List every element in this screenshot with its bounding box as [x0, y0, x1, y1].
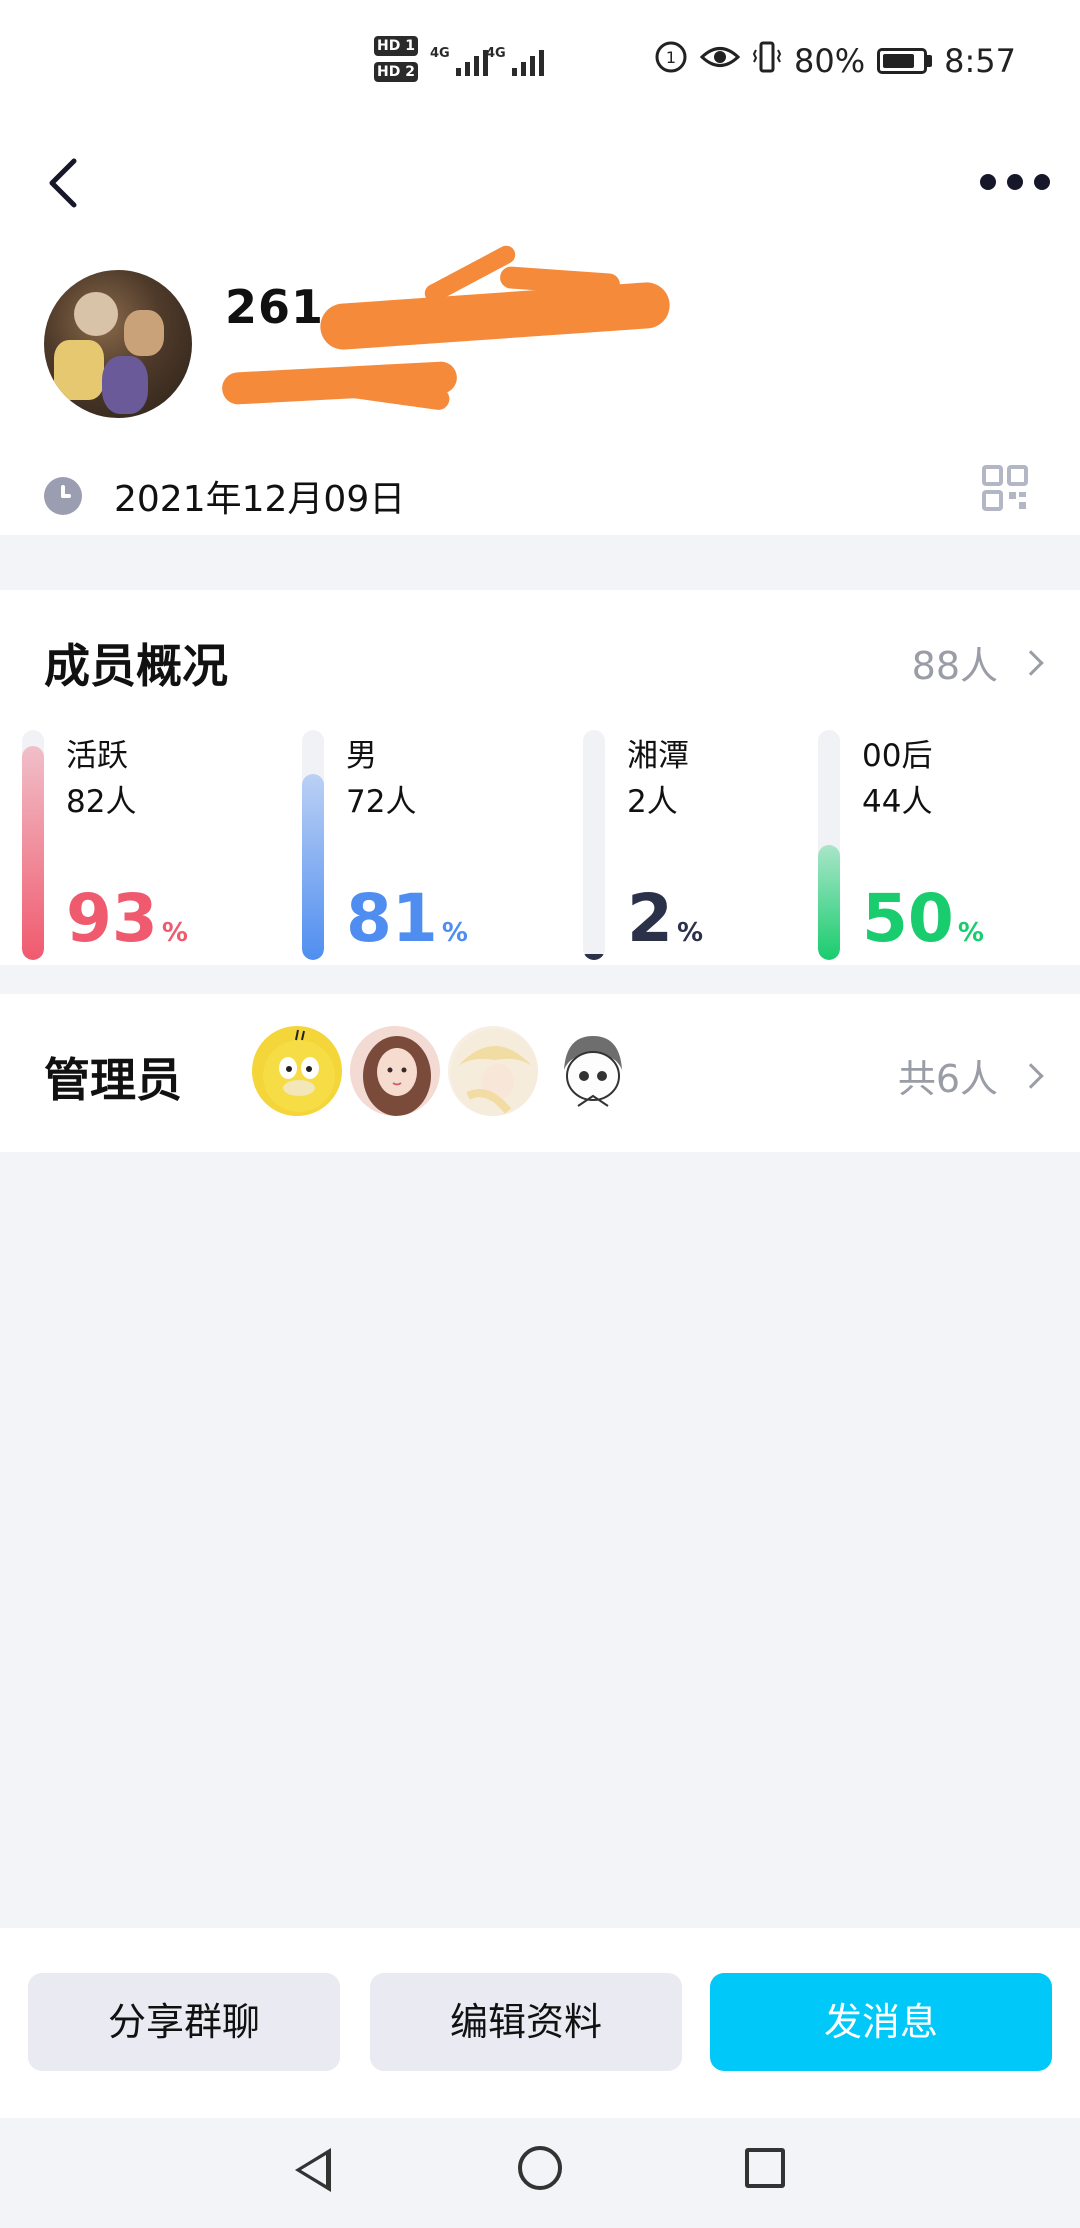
back-button[interactable] — [40, 151, 88, 215]
chevron-right-icon — [1018, 649, 1044, 676]
group-header: 261 2021年12月09日 — [0, 125, 1080, 535]
eye-comfort-icon — [699, 42, 741, 80]
stat-count: 82人 — [66, 784, 137, 820]
group-profile-page: HD 1 HD 2 4G 4G 1 80% 8:57 261 2021年12月0… — [0, 0, 1080, 2228]
network-type-2: 4G — [486, 46, 506, 61]
dot-icon — [980, 174, 996, 190]
clock-time: 8:57 — [944, 42, 1016, 80]
admin-count-link[interactable]: 共6人 — [897, 1048, 1044, 1103]
battery-icon — [877, 48, 933, 74]
stat-percent: 93% — [66, 880, 188, 957]
data-saver-icon: 1 — [654, 40, 688, 82]
vibrate-icon — [752, 40, 782, 82]
stat-percent: 50% — [862, 880, 984, 957]
stat-track — [583, 730, 605, 960]
nav-recent-apps-icon[interactable] — [745, 2148, 785, 2188]
stat-percent: 81% — [346, 880, 468, 957]
sim-badges: HD 1 HD 2 — [374, 36, 418, 88]
back-arrow-icon — [49, 158, 77, 208]
clock-icon — [44, 477, 82, 515]
dot-icon — [1007, 174, 1023, 190]
member-overview-card[interactable]: 成员概况 88人 活跃 82人 93% 男 72人 81% 湘潭 2人 2% 0… — [0, 590, 1080, 965]
girl-avatar[interactable] — [348, 1024, 442, 1118]
group-avatar[interactable] — [44, 270, 192, 418]
stat-track — [302, 730, 324, 960]
send-message-button[interactable]: 发消息 — [710, 1973, 1052, 2071]
admin-total: 共6人 — [897, 1057, 998, 1101]
nav-home-icon[interactable] — [518, 2146, 562, 2190]
status-right-group: 1 80% 8:57 — [654, 40, 1016, 82]
dot-icon — [1034, 174, 1050, 190]
sim2-badge: HD 2 — [374, 62, 418, 82]
stat-percent: 2% — [627, 880, 703, 957]
stat-bar — [818, 845, 840, 960]
stat-label: 00后 — [862, 738, 933, 774]
stat-track — [22, 730, 44, 960]
member-overview-title: 成员概况 — [44, 639, 228, 693]
stat-count: 72人 — [346, 784, 417, 820]
redaction-mark — [318, 280, 672, 352]
admin-avatar-list — [250, 1024, 642, 1118]
stat-bar — [22, 746, 44, 960]
nav-back-icon[interactable] — [295, 2148, 331, 2192]
stat-label: 活跃 — [66, 738, 128, 774]
group-name: 261 — [225, 280, 325, 334]
blonde-avatar[interactable] — [446, 1024, 540, 1118]
svg-text:1: 1 — [666, 48, 676, 67]
battery-percent: 80% — [794, 42, 866, 80]
stat-count: 2人 — [627, 784, 678, 820]
status-bar: HD 1 HD 2 4G 4G 1 80% 8:57 — [0, 0, 1080, 125]
signal-strength-icon-2: 4G — [486, 46, 544, 76]
stat-label: 湘潭 — [627, 738, 689, 774]
created-date: 2021年12月09日 — [114, 479, 406, 520]
stat-bar — [583, 954, 605, 960]
stat-count: 44人 — [862, 784, 933, 820]
member-count-link[interactable]: 88人 — [911, 635, 1044, 690]
qr-code-icon[interactable] — [982, 465, 1028, 511]
stat-label: 男 — [346, 738, 377, 774]
admin-card[interactable]: 管理员 共6人 — [0, 994, 1080, 1152]
chevron-right-icon — [1018, 1062, 1044, 1089]
psyduck-avatar[interactable] — [250, 1024, 344, 1118]
edit-profile-button[interactable]: 编辑资料 — [370, 1973, 682, 2071]
system-nav-bar — [0, 2118, 1080, 2228]
network-type-1: 4G — [430, 46, 450, 61]
signal-strength-icon-1: 4G — [430, 46, 488, 76]
bottom-action-bar: 分享群聊 编辑资料 发消息 — [0, 1928, 1080, 2118]
share-group-button[interactable]: 分享群聊 — [28, 1973, 340, 2071]
created-date-row: 2021年12月09日 — [44, 470, 405, 522]
stat-bar — [302, 774, 324, 960]
more-options-button[interactable] — [980, 167, 1050, 197]
boy-avatar[interactable] — [544, 1024, 638, 1118]
stat-track — [818, 730, 840, 960]
member-total: 88人 — [911, 644, 998, 688]
admin-title: 管理员 — [44, 1053, 182, 1107]
sim1-badge: HD 1 — [374, 36, 418, 56]
